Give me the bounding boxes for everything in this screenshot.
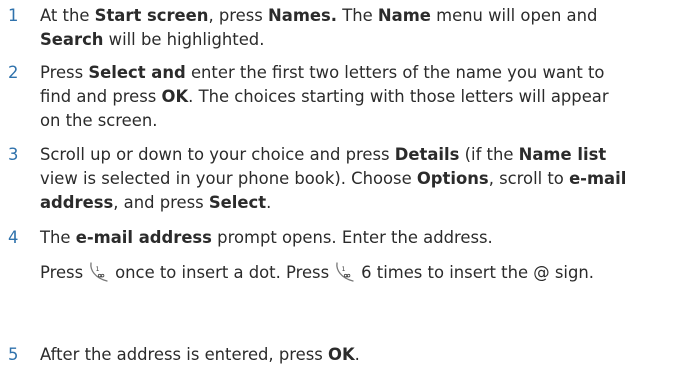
text-line: At the Start screen, press Names. The Na… bbox=[40, 4, 680, 28]
text-run: prompt opens. Enter the address. bbox=[211, 228, 493, 247]
bold-term: Search bbox=[40, 30, 104, 49]
step-text: After the address is entered, press OK. bbox=[40, 343, 680, 367]
text-run: Press bbox=[40, 63, 89, 82]
text-run: At the bbox=[40, 6, 95, 25]
step-4-key-instructions: Press 1 once to insert a dot. Press 1 6 time… bbox=[40, 260, 680, 285]
bold-term: OK bbox=[161, 87, 189, 106]
text-run: . bbox=[266, 193, 272, 212]
text-run: , press bbox=[208, 6, 269, 25]
text-run: on the screen. bbox=[40, 111, 158, 130]
text-run: Scroll up or down to your choice and pre… bbox=[40, 145, 395, 164]
text-run: , scroll to bbox=[488, 169, 570, 188]
text-run: enter the first two letters of the name … bbox=[185, 63, 605, 82]
step-number: 1 bbox=[8, 6, 19, 25]
text-line: After the address is entered, press OK. bbox=[40, 343, 680, 367]
text-run: After the address is entered, press bbox=[40, 345, 329, 364]
bold-term: Select and bbox=[88, 63, 186, 82]
text-run: , and press bbox=[113, 193, 209, 212]
step-5: 5 After the address is entered, press OK… bbox=[0, 343, 684, 367]
text-line: view is selected in your phone book). Ch… bbox=[40, 167, 680, 191]
text-line: Scroll up or down to your choice and pre… bbox=[40, 143, 680, 167]
text-run: The bbox=[337, 6, 378, 25]
text-run: find and press bbox=[40, 87, 162, 106]
text-line: on the screen. bbox=[40, 109, 680, 133]
step-number: 4 bbox=[8, 228, 19, 247]
step-number: 5 bbox=[8, 345, 19, 364]
text-line: address, and press Select. bbox=[40, 191, 680, 215]
text-run: will be highlighted. bbox=[103, 30, 265, 49]
bold-term: Name list bbox=[518, 145, 607, 164]
step-text: At the Start screen, press Names. The Na… bbox=[40, 4, 680, 52]
bold-term: Names. bbox=[268, 6, 338, 25]
bold-term: Options bbox=[416, 169, 489, 188]
step-1: 1 At the Start screen, press Names. The … bbox=[0, 4, 684, 52]
text-run: . The choices starting with those letter… bbox=[188, 87, 609, 106]
text-run: view is selected in your phone book). Ch… bbox=[40, 169, 417, 188]
text-run: . bbox=[354, 345, 360, 364]
step-text: Scroll up or down to your choice and pre… bbox=[40, 143, 680, 215]
step-number: 3 bbox=[8, 145, 19, 164]
bold-term: Start screen bbox=[94, 6, 209, 25]
bold-term: OK bbox=[328, 345, 355, 364]
text-line: Search will be highlighted. bbox=[40, 28, 680, 52]
bold-term: Name bbox=[377, 6, 431, 25]
step-text: The e-mail address prompt opens. Enter t… bbox=[40, 226, 680, 250]
six-times-at-text: 6 times to insert the @ sign. bbox=[361, 263, 594, 282]
bold-term: e-mail bbox=[569, 169, 627, 188]
bold-term: Select bbox=[208, 193, 267, 212]
bold-term: address bbox=[40, 193, 114, 212]
key-1-voicemail-icon: 1 bbox=[333, 260, 357, 284]
once-dot-text: once to insert a dot. Press bbox=[115, 263, 330, 282]
text-line: The e-mail address prompt opens. Enter t… bbox=[40, 226, 680, 250]
text-run: menu will open and bbox=[430, 6, 598, 25]
step-2: 2 Press Select and enter the first two l… bbox=[0, 61, 684, 133]
bold-term: e-mail address bbox=[75, 228, 212, 247]
text-run: The bbox=[40, 228, 76, 247]
bold-term: Details bbox=[394, 145, 460, 164]
step-4: 4 The e-mail address prompt opens. Enter… bbox=[0, 226, 684, 285]
svg-text:1: 1 bbox=[342, 265, 346, 273]
step-text: Press Select and enter the first two let… bbox=[40, 61, 680, 133]
step-number: 2 bbox=[8, 63, 19, 82]
text-line: find and press OK. The choices starting … bbox=[40, 85, 680, 109]
svg-text:1: 1 bbox=[96, 265, 100, 273]
key-1-voicemail-icon: 1 bbox=[87, 260, 111, 284]
step-3: 3 Scroll up or down to your choice and p… bbox=[0, 143, 684, 215]
press-text: Press bbox=[40, 263, 84, 282]
text-line: Press Select and enter the first two let… bbox=[40, 61, 680, 85]
text-run: (if the bbox=[459, 145, 519, 164]
